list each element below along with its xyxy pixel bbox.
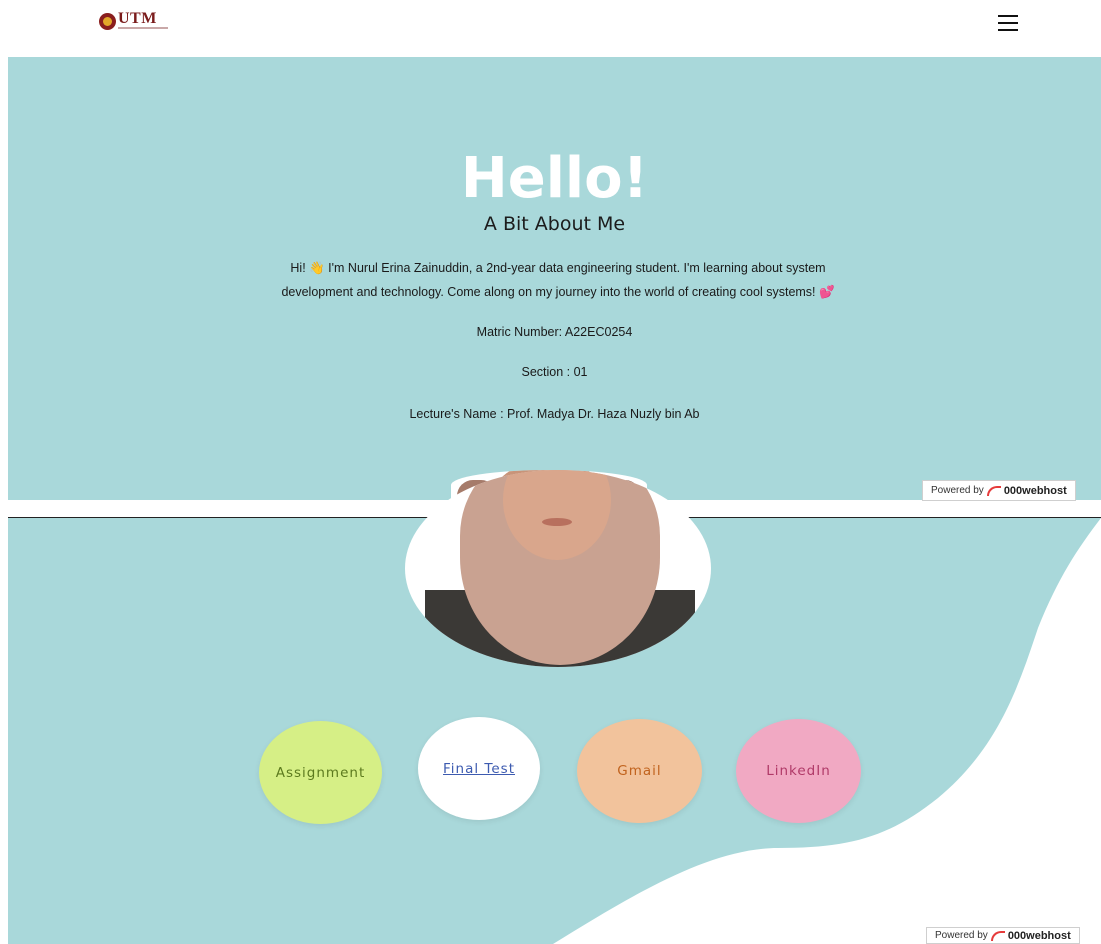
webhost-logo-icon-bottom <box>990 930 1005 941</box>
webhost-name-bottom: 000webhost <box>1007 929 1071 942</box>
powered-by-badge-bottom[interactable]: Powered by 000webhost <box>926 927 1080 944</box>
matric-number: Matric Number: A22EC0254 <box>476 325 633 339</box>
powered-by-badge[interactable]: Powered by 000webhost <box>922 480 1076 501</box>
assignment-button[interactable]: Assignment <box>259 721 382 824</box>
powered-by-label-bottom: Powered by <box>935 930 988 941</box>
profile-photo <box>405 470 711 667</box>
page-title: Hello! <box>460 146 649 211</box>
page-subtitle: A Bit About Me <box>483 213 626 235</box>
hamburger-menu-icon[interactable] <box>998 14 1018 32</box>
powered-by-label: Powered by <box>931 485 984 496</box>
final-test-button[interactable]: Final Test <box>418 717 540 820</box>
utm-crest-icon <box>99 12 116 30</box>
webhost-name: 000webhost <box>1003 484 1067 497</box>
photo-lips <box>542 518 572 526</box>
logo-underline <box>118 27 168 29</box>
linkedin-button[interactable]: LinkedIn <box>736 719 861 823</box>
bio-text: Hi! 👋 I'm Nurul Erina Zainuddin, a 2nd-y… <box>281 261 835 299</box>
webhost-logo-icon <box>986 485 1001 496</box>
gmail-button[interactable]: Gmail <box>577 719 702 823</box>
hero-section: Hello! A Bit About Me Hi! 👋 I'm Nurul Er… <box>8 57 1101 500</box>
section-number: Section : 01 <box>521 365 588 379</box>
logo-text: UTM <box>118 10 157 27</box>
lecturer-name: Lecture's Name : Prof. Madya Dr. Haza Nu… <box>409 407 700 421</box>
utm-logo[interactable]: UTM <box>99 10 168 32</box>
top-navbar: UTM <box>0 0 1101 56</box>
